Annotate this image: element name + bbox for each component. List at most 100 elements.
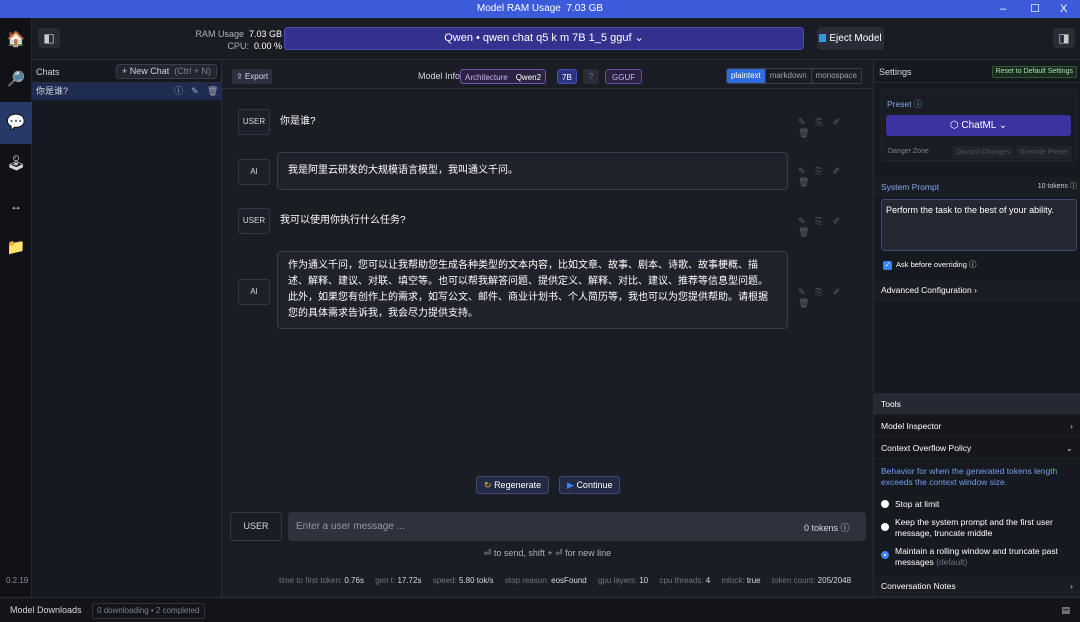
edit-icon[interactable]: ✎	[191, 83, 199, 100]
play-icon: ▶	[567, 480, 574, 490]
chats-title: Chats	[36, 67, 60, 77]
context-overflow-row[interactable]: Context Overflow Policy ⌄	[874, 437, 1080, 459]
message-text: 我可以使用你执行什么任务?	[280, 215, 406, 226]
minimize-button[interactable]: –	[1000, 0, 1006, 18]
model-inspector-row[interactable]: Model Inspector ›	[874, 415, 1080, 437]
radio-rolling-window[interactable]: Maintain a rolling window and truncate p…	[881, 546, 1077, 568]
stat-value: true	[746, 576, 761, 585]
preset-selector[interactable]: ⬡ ChatML ⌄	[886, 115, 1071, 136]
ask-override-label: Ask before overriding ⓘ	[896, 260, 977, 269]
unknown-badge: ?	[583, 69, 599, 84]
generation-stats: time to first token: 0.76s gen t: 17.72s…	[279, 576, 860, 585]
tools-header: Tools	[874, 393, 1080, 415]
chat-list-item[interactable]: 你是谁? ⓘ ✎ 🗑	[32, 83, 221, 100]
model-downloads-button[interactable]: Model Downloads	[10, 605, 82, 615]
chat-icon[interactable]: 💬	[0, 102, 32, 144]
stat-label: mlock:	[721, 576, 745, 585]
radio-icon	[881, 500, 889, 508]
arrows-icon[interactable]: ↔	[0, 186, 32, 226]
role-badge: USER	[238, 109, 270, 135]
regenerate-icon: ↻	[484, 480, 492, 490]
reset-settings-button[interactable]: Reset to Default Settings	[991, 66, 1077, 78]
arch-value: Qwen2	[515, 73, 542, 82]
role-badge: USER	[238, 208, 270, 234]
title-label: Model RAM Usage	[476, 3, 561, 14]
sidebar-toggle-icon[interactable]: ◧	[38, 28, 60, 48]
radio-label: Stop at limit	[895, 499, 940, 509]
message-actions[interactable]: ✎⎘✐🗑	[798, 117, 858, 139]
stat-label: time to first token:	[279, 576, 343, 585]
conversation-notes-row[interactable]: Conversation Notes ›	[874, 575, 1080, 597]
render-mode-toggle: plaintext markdown monospace	[725, 68, 862, 84]
continue-label: Continue	[576, 480, 613, 490]
chat-toolbar: ⇪ Export Model Info Architecture Qwen2 7B…	[222, 61, 873, 89]
size-badge: 7B	[557, 69, 577, 84]
discard-changes-button[interactable]: Discard Changes	[952, 146, 1014, 159]
folder-icon[interactable]: 📁	[0, 228, 32, 268]
message-text: 你是谁?	[280, 116, 316, 127]
eject-model-button[interactable]: Eject Model	[817, 27, 884, 50]
arch-label: Architecture	[465, 73, 508, 82]
role-badge: AI	[238, 279, 270, 305]
bottom-bar: Model Downloads 0 downloading • 2 comple…	[0, 597, 1080, 622]
continue-button[interactable]: ▶ Continue	[559, 476, 621, 494]
radio-stop-at-limit[interactable]: Stop at limit	[881, 499, 1077, 510]
home-icon[interactable]: 🏠	[0, 20, 32, 60]
model-selector[interactable]: Qwen • qwen chat q5 k m 7B 1_5 gguf ⌄	[284, 27, 804, 50]
stat-label: gpu layers:	[597, 576, 638, 585]
advanced-config-label: Advanced Configuration	[881, 285, 972, 295]
right-panel-toggle-icon[interactable]: ◨	[1053, 28, 1075, 48]
joystick-icon[interactable]: 🕹	[0, 144, 32, 184]
radio-truncate-middle[interactable]: Keep the system prompt and the first use…	[881, 517, 1077, 539]
stat-value: 10	[639, 576, 649, 585]
composer-role-button[interactable]: USER	[230, 512, 282, 541]
maximize-button[interactable]: ☐	[1030, 0, 1040, 18]
message-actions[interactable]: ✎⎘✐🗑	[798, 166, 858, 188]
advanced-config-row[interactable]: Advanced Configuration ›	[874, 279, 1080, 301]
radio-selected-icon	[881, 551, 889, 559]
message-text: 作为通义千问，您可以让我帮助您生成各种类型的文本内容，比如文章、故事、剧本、诗歌…	[277, 251, 788, 329]
stat-value: 205/2048	[817, 576, 852, 585]
mode-plaintext[interactable]: plaintext	[726, 69, 765, 83]
panel-toggle-icon[interactable]: ▤	[1061, 598, 1070, 622]
ram-value: 7.03 GB	[248, 29, 282, 39]
system-prompt-tokens: 10 tokens ⓘ	[1037, 183, 1077, 190]
architecture-badge: Architecture Qwen2	[460, 69, 547, 84]
send-hint: ⏎ to send, shift + ⏎ for new line	[483, 548, 612, 558]
export-button[interactable]: ⇪ Export	[232, 69, 273, 84]
trash-icon[interactable]: 🗑	[207, 83, 218, 100]
mode-monospace[interactable]: monospace	[810, 69, 861, 83]
message-actions[interactable]: ✎⎘✐🗑	[798, 216, 858, 238]
search-icon[interactable]: 🔎	[0, 60, 32, 100]
tools-label: Tools	[881, 399, 901, 409]
message-input[interactable]	[288, 512, 866, 541]
radio-icon	[881, 523, 889, 531]
stat-label: gen t:	[375, 576, 396, 585]
ask-override-checkbox[interactable]: ✓ Ask before overriding ⓘ	[883, 259, 976, 270]
override-preset-button[interactable]: Override Preset	[1015, 146, 1073, 159]
header: ◧ RAM Usage 7.03 GB CPU: 0.00 % Qwen • q…	[32, 18, 1080, 60]
model-info-label: Model Info	[418, 71, 461, 81]
title-bar: Model RAM Usage 7.03 GB – ☐ X	[0, 0, 1080, 18]
eject-label: Eject Model	[829, 33, 882, 44]
regenerate-button[interactable]: ↻ Regenerate	[476, 476, 550, 494]
chat-item-label: 你是谁?	[36, 86, 69, 96]
overflow-description: Behavior for when the generated tokens l…	[881, 466, 1058, 487]
cpu-label: CPU:	[227, 41, 249, 51]
system-prompt-input[interactable]: Perform the task to the best of your abi…	[881, 199, 1077, 251]
settings-title: Settings	[879, 67, 912, 77]
stat-value: 0.76s	[344, 576, 364, 585]
message-actions[interactable]: ✎⎘✐🗑	[798, 287, 858, 309]
context-overflow-label: Context Overflow Policy	[881, 443, 972, 453]
stat-value: 5.80 tok/s	[458, 576, 494, 585]
info-icon[interactable]: ⓘ	[174, 83, 183, 100]
new-chat-button[interactable]: + New Chat (Ctrl + N)	[115, 64, 217, 79]
model-inspector-label: Model Inspector	[881, 421, 942, 431]
mode-markdown[interactable]: markdown	[764, 69, 811, 83]
danger-zone-label: Danger Zone	[888, 148, 929, 155]
close-button[interactable]: X	[1060, 0, 1067, 18]
stat-value: 17.72s	[397, 576, 422, 585]
cpu-value: 0.00 %	[253, 41, 282, 51]
eject-icon	[819, 34, 827, 42]
composer-token-count: 0 tokens ⓘ	[804, 523, 850, 533]
